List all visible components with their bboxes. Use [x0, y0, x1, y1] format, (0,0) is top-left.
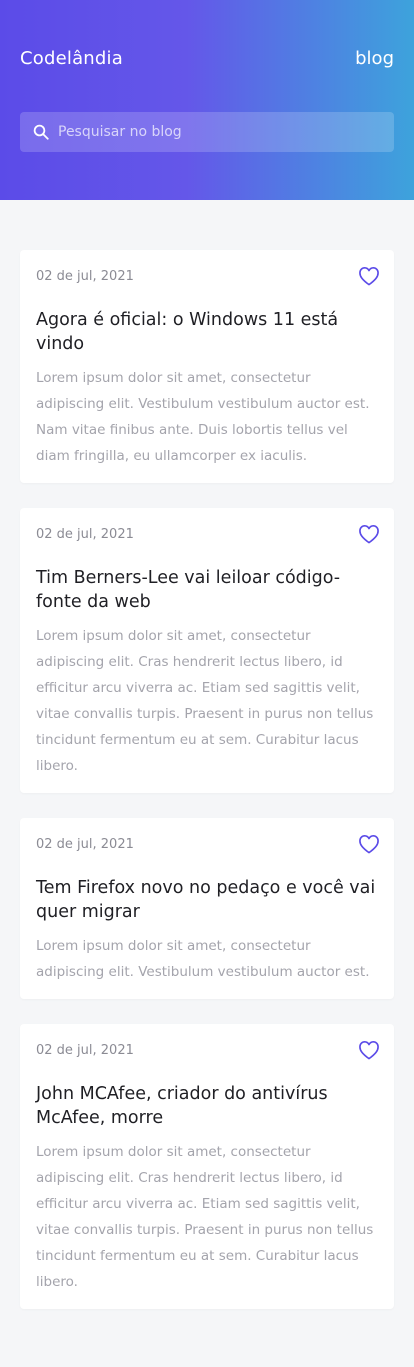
heart-icon[interactable] — [358, 524, 380, 544]
post-excerpt: Lorem ipsum dolor sit amet, consectetur … — [36, 628, 374, 774]
search-input[interactable] — [58, 112, 394, 152]
post-date: 02 de jul, 2021 — [36, 526, 134, 542]
post-list: 02 de jul, 2021 Agora é oficial: o Windo… — [20, 250, 394, 1334]
post-card[interactable]: 02 de jul, 2021 John MCAfee, criador do … — [20, 1024, 394, 1309]
post-excerpt: Lorem ipsum dolor sit amet, consectetur … — [36, 370, 370, 464]
post-excerpt: Lorem ipsum dolor sit amet, consectetur … — [36, 1144, 374, 1290]
search-bar[interactable] — [20, 112, 394, 152]
nav-link-blog[interactable]: blog — [355, 48, 394, 69]
post-excerpt: Lorem ipsum dolor sit amet, consectetur … — [36, 938, 370, 980]
heart-icon[interactable] — [358, 266, 380, 286]
post-date: 02 de jul, 2021 — [36, 1042, 134, 1058]
post-card[interactable]: 02 de jul, 2021 Tem Firefox novo no peda… — [20, 818, 394, 999]
header: Codelândia blog — [0, 0, 414, 200]
post-title[interactable]: Tim Berners-Lee vai leiloar código-fonte… — [36, 566, 378, 614]
post-date: 02 de jul, 2021 — [36, 836, 134, 852]
post-title[interactable]: John MCAfee, criador do antivírus McAfee… — [36, 1082, 378, 1130]
post-title[interactable]: Tem Firefox novo no pedaço e você vai qu… — [36, 876, 378, 924]
heart-icon[interactable] — [358, 834, 380, 854]
post-date: 02 de jul, 2021 — [36, 268, 134, 284]
post-card[interactable]: 02 de jul, 2021 Agora é oficial: o Windo… — [20, 250, 394, 483]
post-card[interactable]: 02 de jul, 2021 Tim Berners-Lee vai leil… — [20, 508, 394, 793]
post-title[interactable]: Agora é oficial: o Windows 11 está vindo — [36, 308, 378, 356]
brand-logo[interactable]: Codelândia — [20, 48, 123, 69]
heart-icon[interactable] — [358, 1040, 380, 1060]
search-icon — [20, 112, 58, 152]
